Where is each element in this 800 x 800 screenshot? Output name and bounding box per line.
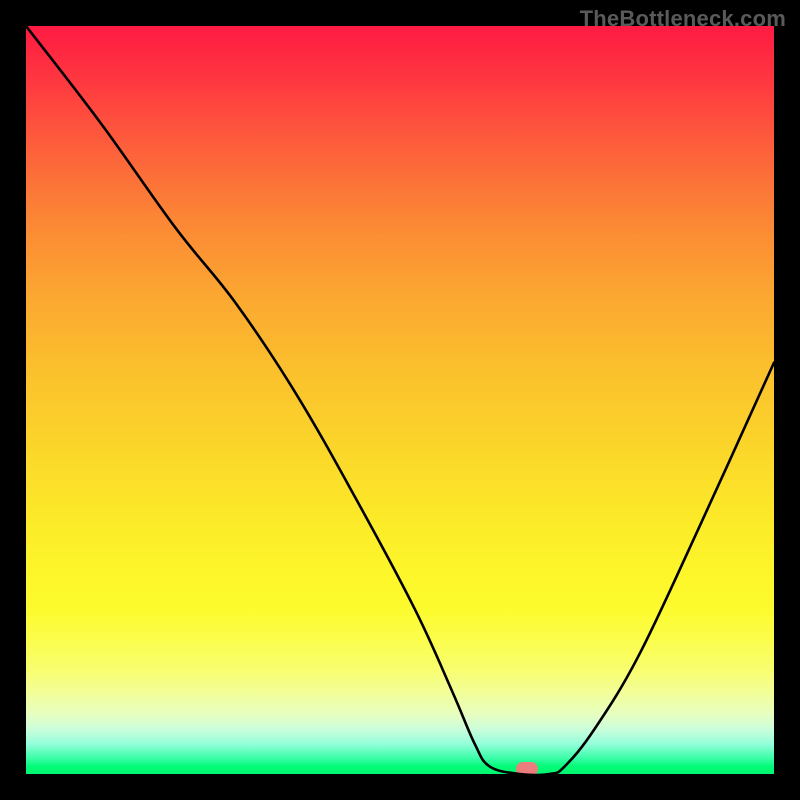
attribution-text: TheBottleneck.com [580, 6, 786, 32]
plot-area [26, 26, 774, 774]
bottleneck-curve [26, 26, 774, 774]
chart-container: TheBottleneck.com [0, 0, 800, 800]
